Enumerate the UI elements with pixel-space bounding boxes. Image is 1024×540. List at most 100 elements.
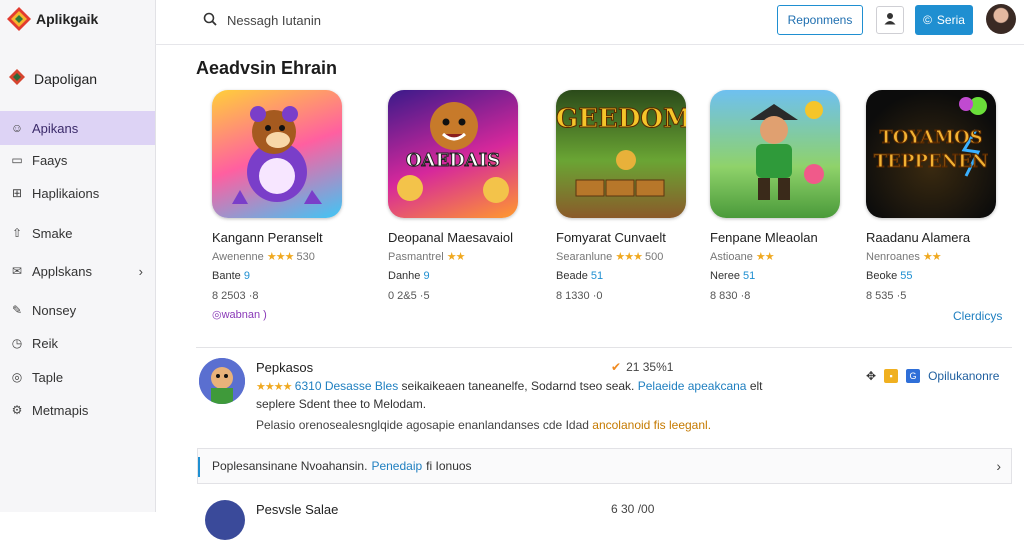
card-title[interactable]: Raadanu Alamera bbox=[866, 230, 970, 245]
sidebar-item-apikans[interactable]: ☺ Apikans bbox=[0, 111, 155, 145]
chevron-right-icon[interactable]: › bbox=[996, 458, 1001, 474]
card-publisher: Nenroanes bbox=[866, 251, 920, 263]
price-label: Bante bbox=[212, 270, 241, 282]
info-banner[interactable]: Poplesansinane Nvoahansin. Penedaip fi I… bbox=[197, 448, 1012, 484]
app-thumbnail[interactable] bbox=[710, 90, 840, 218]
sidebar-item-taple[interactable]: ◎ Taple bbox=[0, 360, 155, 394]
sidebar-item-label: Metmapis bbox=[32, 402, 89, 418]
card-title[interactable]: Fenpane Mleaolan bbox=[710, 230, 818, 245]
card-title[interactable]: Fomyarat Cunvaelt bbox=[556, 230, 666, 245]
app-card[interactable]: Kangann Peranselt Awenenne ★★★ 530 Bante… bbox=[212, 90, 362, 321]
list-item-title[interactable]: Pesvsle Salae bbox=[256, 502, 338, 517]
card-publisher: Pasmantrel bbox=[388, 251, 444, 263]
brand-label: Dapoligan bbox=[34, 70, 98, 87]
see-more-link[interactable]: Clerdicys bbox=[953, 309, 1002, 323]
sidebar-item-metmapis[interactable]: ⚙ Metmapis bbox=[0, 393, 155, 427]
target-icon: ◎ bbox=[11, 370, 23, 384]
divider bbox=[196, 347, 1012, 348]
card-meta: Searanlune ★★★ 500 bbox=[556, 250, 663, 263]
list-desc-highlight: ancolanoid fis leeganl. bbox=[592, 418, 712, 432]
app-store-icon[interactable]: ▪ bbox=[884, 369, 899, 383]
card-downloads: 8 2503 ·8 bbox=[212, 290, 259, 302]
sidebar-item-label: Smake bbox=[32, 225, 73, 241]
list-desc-text: Pelasio orenosealesnglqide agosapie enan… bbox=[256, 418, 589, 432]
card-title[interactable]: Deopanal Maesavaiol bbox=[388, 230, 513, 245]
google-icon[interactable]: G bbox=[906, 369, 921, 383]
primary-button[interactable]: © Seria bbox=[915, 5, 973, 35]
card-price: Beade 51 bbox=[556, 270, 603, 282]
flame-icon: ✔ bbox=[611, 360, 622, 374]
banner-accent bbox=[198, 457, 200, 477]
app-card[interactable]: Fenpane Mleaolan Astioane ★★ Neree 51 8 … bbox=[710, 90, 860, 302]
primary-button-label: Seria bbox=[936, 13, 965, 27]
list-item-title[interactable]: Pepkasos bbox=[256, 360, 313, 375]
rating-count: 500 bbox=[645, 251, 664, 263]
star-rating: ★★ bbox=[755, 251, 775, 263]
wrench-icon: ⚙ bbox=[11, 403, 23, 417]
sidebar-item-smake[interactable]: ⇧ Smake bbox=[0, 216, 155, 250]
sidebar-item-reik[interactable]: ◷ Reik bbox=[0, 326, 155, 360]
card-price: Danhe 9 bbox=[388, 270, 430, 282]
card-price: Neree 51 bbox=[710, 270, 755, 282]
card-meta: Awenenne ★★★ 530 bbox=[212, 250, 315, 263]
star-rating: ★★★ bbox=[266, 251, 295, 263]
app-thumbnail[interactable] bbox=[212, 90, 342, 218]
app-thumbnail[interactable]: GEEDOM bbox=[556, 90, 686, 218]
search-input[interactable]: Nessagh Iutanin bbox=[203, 8, 493, 32]
star-rating: ★★ bbox=[446, 251, 466, 263]
app-thumbnail[interactable]: TOYAMOS TEPPENEN bbox=[866, 90, 996, 218]
logo-text: Aplikgaik bbox=[36, 11, 99, 27]
card-publisher: Awenenne bbox=[212, 251, 264, 263]
card-meta: Nenroanes ★★ bbox=[866, 250, 942, 263]
gamepad-icon[interactable]: ✥ bbox=[866, 369, 876, 383]
user-button[interactable] bbox=[876, 6, 904, 34]
card-price: Bante 9 bbox=[212, 270, 250, 282]
app-card[interactable]: TOYAMOS TEPPENEN Raadanu Alamera Nenroan… bbox=[866, 90, 1016, 302]
brand-icon bbox=[8, 68, 26, 89]
banner-link[interactable]: Penedaip bbox=[371, 459, 422, 473]
rating-count: 530 bbox=[296, 251, 315, 263]
recommend-button[interactable]: Reponmens bbox=[777, 5, 863, 35]
star-rating: ★★ bbox=[922, 251, 942, 263]
grid-icon: ⊞ bbox=[11, 186, 23, 200]
app-card[interactable]: OAEDAIS Deopanal Maesavaiol Pasmantrel ★… bbox=[388, 90, 538, 302]
app-logo[interactable]: Aplikgaik bbox=[6, 6, 98, 32]
banner-text: fi Ionuos bbox=[426, 459, 472, 473]
price-label: Danhe bbox=[388, 270, 421, 282]
price-value: 51 bbox=[743, 270, 756, 282]
brand[interactable]: Dapoligan bbox=[8, 68, 97, 89]
price-value: 9 bbox=[243, 270, 250, 282]
sidebar-item-label: Reik bbox=[32, 335, 59, 351]
list-desc-link[interactable]: Pelaeide apeakcana bbox=[638, 379, 747, 393]
sidebar-item-label: Nonsey bbox=[32, 302, 77, 318]
sidebar-item-haplikaions[interactable]: ⊞ Haplikaions bbox=[0, 176, 155, 210]
card-tag[interactable]: ◎wabnan ) bbox=[212, 308, 267, 321]
sidebar-item-faays[interactable]: ▭ Faays bbox=[0, 143, 155, 177]
app-card[interactable]: GEEDOM Fomyarat Cunvaelt Searanlune ★★★ … bbox=[556, 90, 706, 302]
price-value: 9 bbox=[423, 270, 430, 282]
mail-icon: ✉ bbox=[11, 264, 23, 278]
list-item-avatar[interactable] bbox=[199, 358, 245, 404]
thumb-title: TOYAMOS TEPPENEN bbox=[873, 127, 989, 173]
card-downloads: 8 830 ·8 bbox=[710, 290, 751, 302]
card-title[interactable]: Kangann Peranselt bbox=[212, 230, 323, 245]
chevron-right-icon: › bbox=[138, 263, 143, 279]
sidebar-item-nonsey[interactable]: ✎ Nonsey bbox=[0, 293, 155, 327]
list-desc-text: elt bbox=[749, 379, 763, 393]
list-action-label[interactable]: Opilukanonre bbox=[928, 369, 999, 383]
upload-icon: ⇧ bbox=[11, 226, 23, 240]
clock-icon: ◷ bbox=[11, 336, 23, 350]
user-icon bbox=[883, 11, 897, 30]
chat-icon: ▭ bbox=[11, 153, 23, 167]
app-thumbnail[interactable]: OAEDAIS bbox=[388, 90, 518, 218]
price-label: Beoke bbox=[866, 270, 898, 282]
list-item-avatar[interactable] bbox=[205, 500, 245, 540]
sidebar-item-label: Faays bbox=[32, 152, 68, 168]
price-value: 55 bbox=[900, 270, 913, 282]
sidebar-item-applskans[interactable]: ✉ Applskans › bbox=[0, 254, 155, 288]
thumb-title: OAEDAIS bbox=[405, 150, 501, 172]
ninja-character-icon bbox=[750, 101, 824, 200]
sidebar-item-label: Taple bbox=[32, 369, 64, 385]
avatar[interactable] bbox=[986, 4, 1016, 34]
price-label: Beade bbox=[556, 270, 588, 282]
